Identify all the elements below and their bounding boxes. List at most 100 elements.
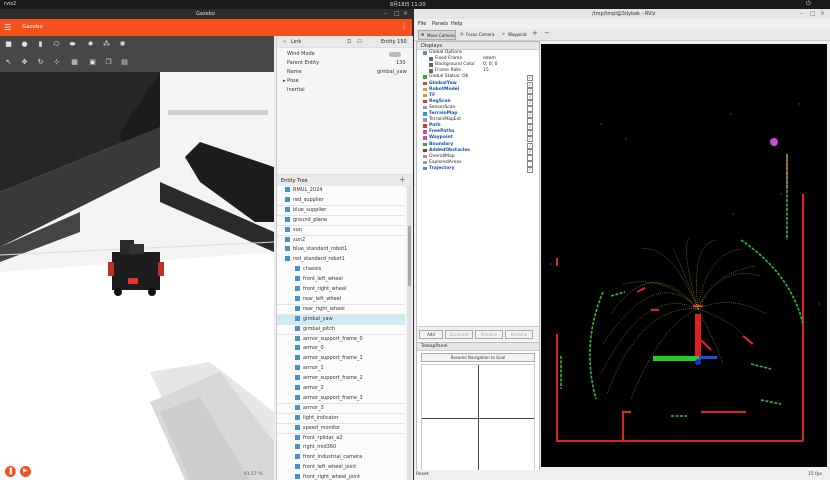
entity-tree-item-label: armor_support_frame_2 (303, 375, 363, 382)
robot-axis-y (653, 356, 699, 361)
rotate-tool-icon[interactable]: ↻ (36, 58, 45, 66)
remove-tool-icon[interactable]: − (544, 29, 550, 37)
ellipsoid-shape-icon[interactable]: ⬬ (68, 40, 77, 48)
close-icon[interactable]: × (403, 10, 408, 17)
minimize-icon[interactable]: – (800, 10, 803, 17)
focus-camera-tool[interactable]: ◎ Focus Camera (458, 30, 498, 38)
display-value[interactable]: 15 (483, 68, 489, 74)
select-tool-icon[interactable]: ↖ (4, 58, 13, 66)
display-item[interactable]: ExploredAreas (417, 159, 537, 167)
maximize-icon[interactable]: □ (810, 10, 816, 17)
entity-tree-item-label: armor_0 (303, 345, 324, 352)
hamburger-menu-icon[interactable]: ☰ (4, 23, 11, 32)
grid-icon[interactable]: ▦ (70, 58, 79, 66)
minimize-icon[interactable]: – (384, 10, 387, 17)
display-item[interactable]: Trajectory ✓ (417, 166, 537, 173)
component-row-pose[interactable]: ▸ Pose (277, 77, 405, 86)
reset-button[interactable]: Reset (416, 471, 438, 478)
capsule-shape-icon[interactable]: ⬭ (52, 40, 61, 48)
display-label: ExploredAreas (429, 159, 462, 165)
display-item[interactable]: RegScan ✓ (417, 99, 537, 106)
gazebo-window: Gazebo – □ × ☰ Gazebo ⋮ ■ ● ▮ ⬭ ⬬ ✹ ⁂ ✺ … (0, 9, 413, 480)
scene-3d-view[interactable]: ❚❚ ▶ 91.57 % (0, 72, 274, 480)
model-icon (295, 414, 300, 420)
entity-tree-item-label: armor_support_frame_3 (303, 394, 363, 401)
box-shape-icon[interactable]: ■ (4, 40, 13, 48)
duplicate-display-button[interactable]: Duplicate (445, 330, 473, 339)
focus-camera-icon: ◎ (460, 31, 464, 36)
model-icon (295, 394, 300, 400)
add-display-button[interactable]: Add (419, 330, 443, 339)
teleop-panel: TeleopPanel Resume Navigation to Goal (416, 342, 540, 474)
fps-readout: 15 fps (808, 472, 822, 477)
entity-tree-scrollbar[interactable] (407, 186, 412, 480)
remove-display-button[interactable]: Remove (475, 330, 503, 339)
resume-navigation-button[interactable]: Resume Navigation to Goal (421, 353, 535, 362)
add-entity-icon[interactable]: + (399, 175, 406, 184)
menu-panels[interactable]: Panels (432, 21, 448, 27)
pause-button[interactable]: ❚❚ (5, 466, 20, 477)
add-tool-icon[interactable]: + (532, 29, 538, 37)
entity-id: Entity 150 (381, 39, 407, 45)
display-item[interactable]: GimbalYaw ✓ (417, 81, 537, 88)
paste-icon[interactable]: ▤ (120, 58, 129, 66)
copy-icon[interactable]: ❐ (104, 58, 113, 66)
entity-tree-item-label: armor_3 (303, 404, 324, 411)
entity-tree-item-label: front_left_wheel (303, 276, 343, 283)
clock[interactable]: 8月18日 11:20 (390, 1, 426, 8)
display-item[interactable]: Global Status: Ok ✓ (417, 74, 537, 82)
waypoint-tool[interactable]: ➤ Waypoint (500, 30, 530, 38)
model-icon (295, 305, 300, 311)
entity-tree-item[interactable]: front_right_wheel_joint (277, 473, 405, 480)
display-type-icon (423, 93, 427, 98)
translate-tool-icon[interactable]: ✥ (20, 58, 29, 66)
active-app-label[interactable]: rviz2 (4, 1, 16, 7)
menu-help[interactable]: Help (451, 21, 462, 27)
step-button[interactable]: ▶ (20, 466, 31, 477)
power-icon[interactable]: ⏻ (806, 0, 811, 8)
entity-tree-item-label: blue_standard_robot1 (293, 246, 348, 253)
snap-icon[interactable]: ⊹ (52, 58, 61, 66)
cylinder-shape-icon[interactable]: ▮ (36, 40, 45, 48)
rviz-render (541, 44, 827, 467)
rename-display-button[interactable]: Rename (505, 330, 533, 339)
display-item[interactable]: Boundary ✓ (417, 142, 537, 149)
entity-tree-item-label: front_right_wheel (303, 286, 347, 292)
gazebo-side-panel: ⚙ Link ⧉ ⊟ Entity 150 Wind Mode Parent E… (276, 36, 413, 480)
robot-axis-x (695, 314, 701, 360)
sun-light-icon[interactable]: ✹ (86, 40, 95, 48)
lock-icon[interactable]: ⊟ (357, 38, 362, 45)
display-item[interactable]: OverallMap (417, 154, 537, 161)
more-options-icon[interactable]: ⋮ (400, 22, 408, 31)
directional-light-icon[interactable]: ⁂ (102, 40, 111, 48)
point-light-icon[interactable]: ✺ (118, 40, 127, 48)
copy-name-icon[interactable]: ⧉ (347, 38, 351, 46)
entity-tree-item-label: gimbal_yaw (303, 315, 333, 322)
menu-file[interactable]: File (418, 21, 426, 27)
sphere-shape-icon[interactable]: ● (20, 40, 29, 48)
display-item[interactable]: Waypoint ✓ (417, 135, 537, 143)
component-row-inertial[interactable]: Inertial (277, 86, 405, 95)
rviz-window-title: /tmp/tmpl@3dykak - RViz (592, 11, 656, 17)
model-icon (295, 454, 300, 460)
move-camera-tool[interactable]: ✥ Move Camera (418, 30, 456, 40)
entity-tree-item-label: front_left_wheel_joint (303, 464, 357, 471)
entity-tree-item-label: front_rplidar_a2 (303, 434, 343, 441)
display-item[interactable]: SensorScan (417, 105, 537, 112)
display-type-icon (423, 136, 427, 140)
display-item[interactable]: RobotModel ✓ (417, 87, 537, 94)
entity-tree-item-label: blue_supplier (293, 206, 327, 213)
entity-tree-item-label: rear_left_wheel (303, 295, 342, 302)
display-item[interactable]: AddedObstacles ✓ (417, 148, 537, 155)
rviz-3d-view[interactable] (541, 44, 827, 467)
model-icon (285, 196, 290, 202)
maximize-icon[interactable]: □ (394, 10, 400, 17)
displays-tree: Global Options Fixed Frame odom Background … (417, 50, 539, 294)
entity-tree-item-label: sun (293, 226, 302, 233)
close-icon[interactable]: × (820, 10, 825, 17)
display-checkbox[interactable]: ✓ (527, 166, 533, 173)
teleop-joystick-pad[interactable] (421, 364, 535, 472)
display-item[interactable]: TF ✓ (417, 93, 537, 100)
screenshot-icon[interactable]: ▣ (88, 58, 97, 66)
wind-mode-toggle[interactable] (389, 52, 401, 57)
